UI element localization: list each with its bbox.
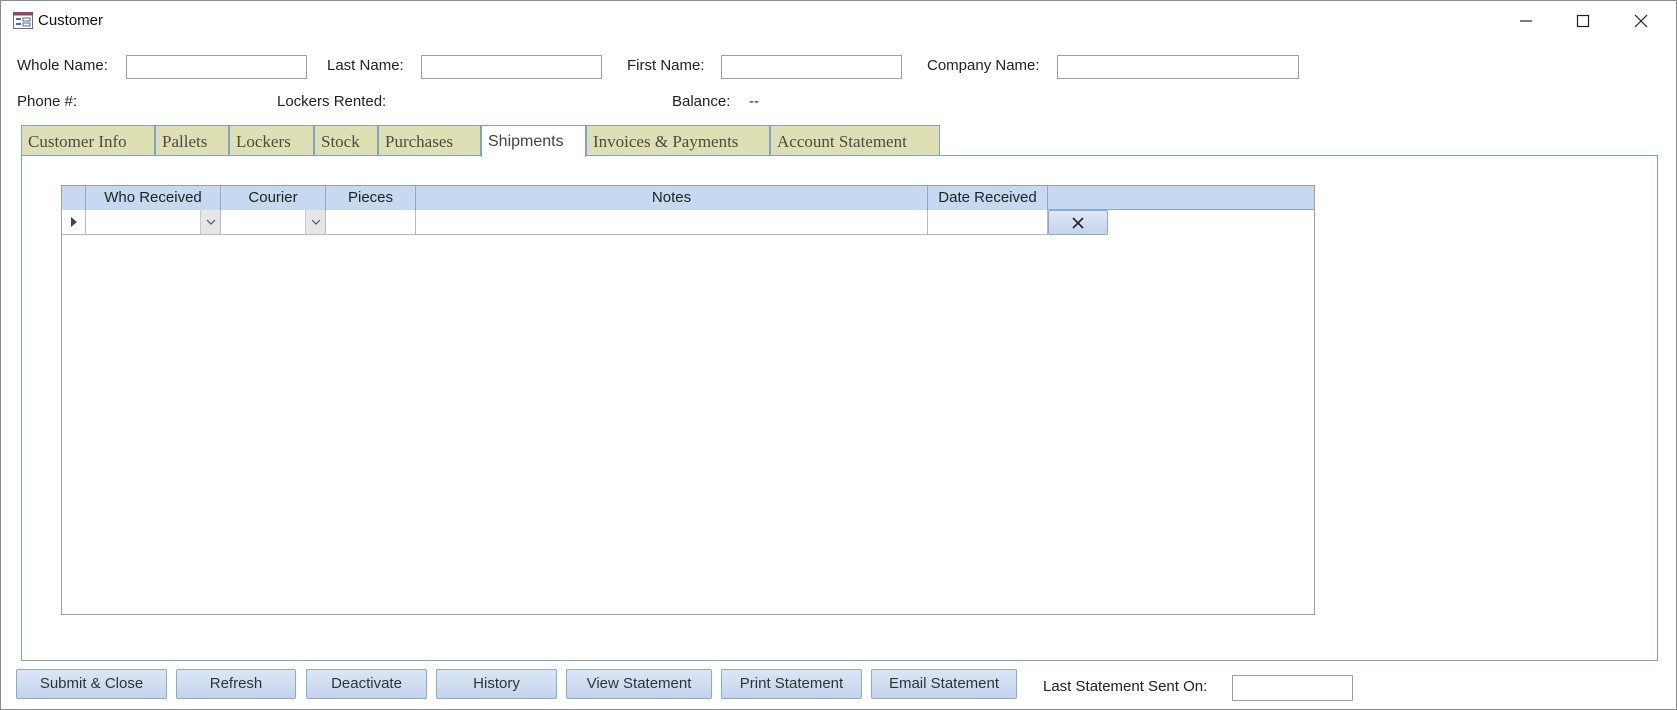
tab-customer-info[interactable]: Customer Info: [21, 125, 155, 155]
current-record-icon: [71, 217, 77, 227]
minimize-button[interactable]: [1506, 7, 1546, 35]
close-window-button[interactable]: [1621, 7, 1661, 35]
date-received-field[interactable]: [928, 210, 1048, 235]
minimize-icon: [1520, 20, 1532, 22]
email-statement-button[interactable]: Email Statement: [871, 669, 1017, 699]
last-name-label: Last Name:: [327, 57, 404, 74]
first-name-label: First Name:: [627, 57, 705, 74]
history-button[interactable]: History: [436, 669, 557, 699]
last-name-field[interactable]: [421, 55, 602, 79]
chevron-down-icon: [311, 219, 320, 225]
column-header-pieces[interactable]: Pieces: [326, 186, 416, 210]
column-header-notes[interactable]: Notes: [416, 186, 928, 210]
whole-name-field[interactable]: [126, 55, 307, 79]
tab-purchases[interactable]: Purchases: [378, 125, 481, 155]
form-icon: [13, 12, 33, 29]
deactivate-button[interactable]: Deactivate: [306, 669, 427, 699]
tab-account-statement[interactable]: Account Statement: [770, 125, 940, 155]
courier-dropdown-button[interactable]: [305, 210, 325, 234]
company-name-label: Company Name:: [927, 57, 1040, 74]
last-statement-label: Last Statement Sent On:: [1043, 678, 1208, 695]
lockers-rented-label: Lockers Rented:: [277, 93, 387, 110]
tab-stock[interactable]: Stock: [314, 125, 378, 155]
delete-record-button[interactable]: [1048, 210, 1108, 235]
submit-close-button[interactable]: Submit & Close: [16, 669, 167, 699]
whole-name-label: Whole Name:: [17, 57, 108, 74]
company-name-field[interactable]: [1057, 55, 1299, 79]
column-header-who-received[interactable]: Who Received: [86, 186, 221, 210]
chevron-down-icon: [206, 219, 215, 225]
notes-field[interactable]: [416, 210, 928, 235]
tab-shipments[interactable]: Shipments: [481, 125, 586, 157]
tab-invoices-payments[interactable]: Invoices & Payments: [586, 125, 770, 155]
view-statement-button[interactable]: View Statement: [566, 669, 712, 699]
last-statement-date-field[interactable]: [1232, 675, 1353, 701]
who-received-combo[interactable]: [86, 210, 221, 235]
tab-lockers[interactable]: Lockers: [229, 125, 314, 155]
close-icon: [1634, 14, 1648, 28]
who-received-dropdown-button[interactable]: [200, 210, 220, 234]
pieces-field[interactable]: [326, 210, 416, 235]
balance-label: Balance:: [672, 93, 731, 110]
record-selector[interactable]: [62, 210, 86, 235]
column-header-courier[interactable]: Courier: [221, 186, 326, 210]
record-selector-header: [62, 186, 86, 210]
shipments-grid: Who Received Courier Pieces Notes Date R…: [61, 185, 1315, 615]
window-title: Customer: [38, 12, 104, 29]
maximize-icon: [1576, 14, 1590, 28]
title-bar: Customer: [1, 1, 1676, 41]
print-statement-button[interactable]: Print Statement: [721, 669, 862, 699]
courier-combo[interactable]: [221, 210, 326, 235]
column-header-date-received[interactable]: Date Received: [928, 186, 1048, 210]
maximize-button[interactable]: [1563, 7, 1603, 35]
refresh-button[interactable]: Refresh: [176, 669, 296, 699]
balance-value: --: [749, 93, 759, 110]
phone-label: Phone #:: [17, 93, 78, 110]
first-name-field[interactable]: [721, 55, 902, 79]
tab-pallets[interactable]: Pallets: [155, 125, 229, 155]
delete-x-icon: [1072, 216, 1084, 229]
customer-window: Customer Whole Name: Last Name: First Na…: [0, 0, 1677, 710]
